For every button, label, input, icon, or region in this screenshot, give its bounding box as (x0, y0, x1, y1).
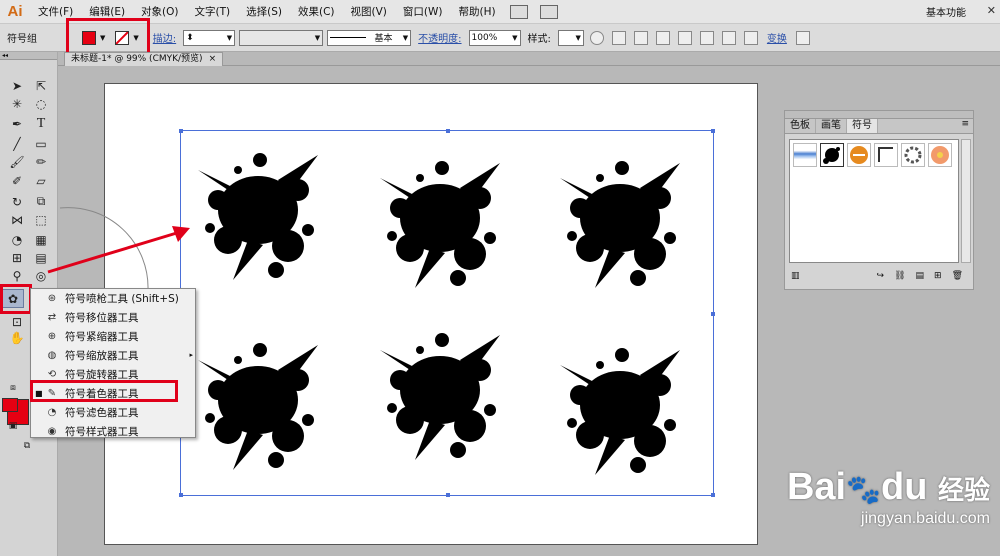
watermark-cn: 经验 (937, 475, 990, 505)
symbol-thumb-corner[interactable] (874, 143, 898, 167)
break-link-icon[interactable]: ⛓ (894, 271, 905, 281)
corner-frame-icon (878, 147, 893, 162)
spinner-icon: ⟲ (47, 369, 57, 380)
symbol-libraries-icon[interactable]: ▥ (791, 271, 800, 281)
shifter-icon: ⇄ (47, 312, 57, 323)
watermark-brand: Bai (786, 466, 847, 508)
flower-icon (931, 146, 949, 164)
styler-icon: ◉ (47, 426, 57, 437)
symbols-panel: 色板 画笔 符号 ≡ ▥ ↪ ⛓ ▤ ⊞ 🗑 (784, 110, 974, 290)
annotation-stainer-box (30, 380, 178, 402)
tab-brushes[interactable]: 画笔 (816, 119, 847, 133)
tab-swatches[interactable]: 色板 (785, 119, 816, 133)
flyout-item-styler[interactable]: ◉ 符号样式器工具 (31, 422, 195, 441)
watermark-url: jingyan.baidu.com (861, 510, 990, 527)
splash-thumb-icon (823, 147, 840, 164)
flyout-item-scruncher[interactable]: ⊕ 符号紧缩器工具 (31, 327, 195, 346)
symbol-thumb-flower[interactable] (928, 143, 952, 167)
tab-symbols[interactable]: 符号 (847, 119, 878, 133)
flyout-item-screener[interactable]: ◔ 符号滤色器工具 (31, 403, 195, 422)
sprayer-icon: ⊛ (47, 293, 57, 304)
flyout-item-sizer[interactable]: ◍ 符号缩放器工具 (31, 346, 195, 365)
flyout-tearoff-icon[interactable]: ▸ (189, 351, 193, 359)
place-symbol-icon[interactable]: ↪ (877, 271, 885, 281)
symbol-thumb-ring[interactable] (901, 143, 925, 167)
panel-tabs: 色板 画笔 符号 ≡ (785, 119, 973, 134)
symbol-tools-flyout: ⊛ 符号喷枪工具 (Shift+S) ⇄ 符号移位器工具 ⊕ 符号紧缩器工具 ◍… (30, 288, 196, 438)
flyout-item-shifter[interactable]: ⇄ 符号移位器工具 (31, 308, 195, 327)
symbol-thumb-splash[interactable] (820, 143, 844, 167)
flyout-item-sprayer[interactable]: ⊛ 符号喷枪工具 (Shift+S) (31, 289, 195, 308)
delete-symbol-icon[interactable]: 🗑 (952, 271, 973, 281)
symbol-library (789, 139, 959, 263)
orange-button-icon (850, 146, 868, 164)
screener-icon: ◔ (47, 407, 57, 418)
panel-header[interactable] (785, 111, 973, 119)
scruncher-icon: ⊕ (47, 331, 57, 342)
new-symbol-icon[interactable]: ⊞ (934, 271, 942, 281)
symbol-thumb-orange-button[interactable] (847, 143, 871, 167)
paw-icon: 🐾 (846, 474, 881, 505)
symbol-options-icon[interactable]: ▤ (916, 271, 925, 281)
ring-icon (904, 146, 922, 164)
sizer-icon: ◍ (47, 350, 57, 361)
symbol-thumb-blue-bar[interactable] (793, 143, 817, 167)
panel-menu-icon[interactable]: ≡ (961, 119, 973, 133)
watermark-brand2: du (880, 466, 928, 508)
panel-scrollbar[interactable] (961, 139, 971, 263)
baidu-watermark: Bai🐾du 经验 jingyan.baidu.com (787, 467, 990, 528)
panel-footer: ▥ ↪ ⛓ ▤ ⊞ 🗑 (785, 269, 973, 283)
